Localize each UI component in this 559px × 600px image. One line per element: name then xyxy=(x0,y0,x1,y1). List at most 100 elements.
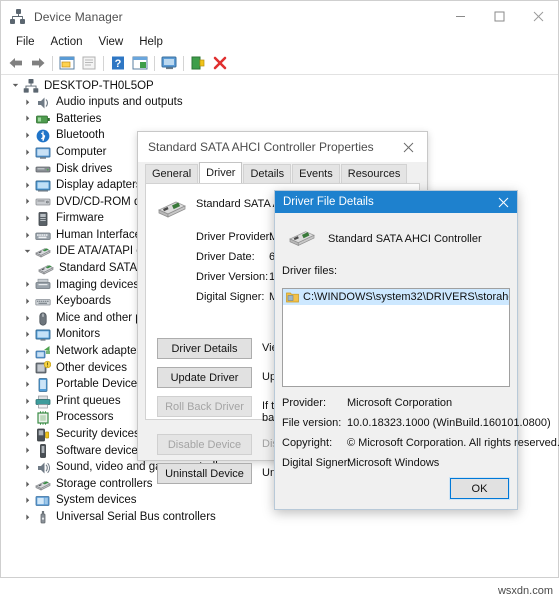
other-device-icon: ! xyxy=(35,360,52,376)
chevron-right-icon[interactable]: ⏵ xyxy=(20,480,35,489)
copyright-row: Copyright: © Microsoft Corporation. All … xyxy=(282,437,559,449)
svg-text:!: ! xyxy=(47,363,49,369)
disk-drive-icon xyxy=(35,161,51,177)
update-driver-icon[interactable] xyxy=(78,53,100,73)
svg-text:?: ? xyxy=(115,58,122,70)
sound-video-icon xyxy=(35,460,51,476)
chevron-right-icon[interactable]: ⏵ xyxy=(20,430,35,439)
tree-item-label: Audio inputs and outputs xyxy=(56,96,183,109)
menu-item-action[interactable]: Action xyxy=(43,34,91,50)
close-icon[interactable] xyxy=(489,191,517,213)
ok-button[interactable]: OK xyxy=(449,477,510,500)
tab-driver[interactable]: Driver xyxy=(199,162,243,183)
chevron-right-icon[interactable]: ⏵ xyxy=(20,115,35,123)
driver-file-details-body: Standard SATA AHCI Controller Driver fil… xyxy=(275,213,559,509)
tree-item-audio-inputs-and-outputs[interactable]: ⏵ Audio inputs and outputs xyxy=(2,95,557,112)
close-icon[interactable] xyxy=(389,132,427,162)
tree-root-row[interactable]: ⏷ DESKTOP-TH0L5OP xyxy=(2,78,557,95)
digital-signer-label: Digital Signer: xyxy=(282,457,351,469)
chevron-right-icon[interactable]: ⏵ xyxy=(20,198,35,206)
tree-item-label: Disk drives xyxy=(56,162,113,175)
toolbar-separator xyxy=(183,55,184,71)
uninstall-device-button[interactable]: Uninstall Device xyxy=(157,463,252,484)
chevron-right-icon[interactable]: ⏵ xyxy=(20,98,35,107)
chevron-right-icon[interactable]: ⏵ xyxy=(20,414,35,422)
forward-arrow-icon[interactable] xyxy=(27,53,49,73)
properties-icon[interactable] xyxy=(56,53,78,73)
chevron-right-icon[interactable]: ⏵ xyxy=(20,397,35,406)
minimize-button[interactable] xyxy=(441,1,480,32)
battery-icon xyxy=(35,111,51,127)
update-driver-button[interactable]: Update Driver xyxy=(157,367,252,388)
tree-item-label: Imaging devices xyxy=(56,278,140,291)
menu-item-file[interactable]: File xyxy=(8,34,43,50)
back-arrow-icon[interactable] xyxy=(5,53,27,73)
tree-item-label: Monitors xyxy=(56,328,101,341)
computer-root-icon xyxy=(23,78,39,94)
toolbar: ? xyxy=(1,52,558,75)
menu-item-view[interactable]: View xyxy=(91,34,132,50)
driver-files-listbox[interactable]: C:\WINDOWS\system32\DRIVERS\storahci.sys xyxy=(282,288,510,387)
chevron-right-icon[interactable]: ⏵ xyxy=(20,215,35,223)
list-item[interactable]: C:\WINDOWS\system32\DRIVERS\storahci.sys xyxy=(283,289,509,305)
uninstall-device-icon[interactable] xyxy=(187,53,209,73)
close-button[interactable] xyxy=(519,1,558,32)
sata-controller-icon xyxy=(288,227,316,251)
delete-icon[interactable] xyxy=(209,53,231,73)
menu-item-help[interactable]: Help xyxy=(131,34,171,50)
chevron-right-icon[interactable]: ⏵ xyxy=(20,331,35,339)
chevron-down-icon[interactable]: ⏷ xyxy=(20,248,35,256)
tab-events[interactable]: Events xyxy=(292,164,340,183)
chevron-right-icon[interactable]: ⏵ xyxy=(20,347,35,356)
scan-hardware-icon[interactable] xyxy=(158,53,180,73)
hid-icon xyxy=(35,228,51,244)
chevron-right-icon[interactable]: ⏵ xyxy=(20,447,35,455)
chevron-right-icon[interactable]: ⏵ xyxy=(20,364,35,372)
disable-device-button[interactable]: Disable Device xyxy=(157,434,252,455)
driver-file-details-title: Driver File Details xyxy=(283,196,374,208)
driver-details-button[interactable]: Driver Details xyxy=(157,338,252,359)
chevron-right-icon[interactable]: ⏵ xyxy=(20,181,35,190)
keyboard-icon xyxy=(35,294,51,310)
tree-item-label: Software devices xyxy=(56,444,144,457)
chevron-right-icon[interactable]: ⏵ xyxy=(20,132,35,140)
chevron-right-icon[interactable]: ⏵ xyxy=(20,380,35,389)
software-device-icon xyxy=(35,443,51,459)
maximize-button[interactable] xyxy=(480,1,519,32)
driver-file-path: C:\WINDOWS\system32\DRIVERS\storahci.sys xyxy=(303,291,509,303)
device-manager-icon xyxy=(10,8,26,25)
chevron-right-icon[interactable]: ⏵ xyxy=(20,231,35,240)
properties-dialog-titlebar: Standard SATA AHCI Controller Properties xyxy=(138,132,427,162)
provider-row: Provider: Microsoft Corporation xyxy=(282,397,510,409)
chevron-right-icon[interactable]: ⏵ xyxy=(20,298,35,306)
tab-general[interactable]: General xyxy=(145,164,199,183)
chevron-right-icon[interactable]: ⏵ xyxy=(20,463,35,472)
chevron-right-icon[interactable]: ⏵ xyxy=(20,281,35,289)
copyright-value: © Microsoft Corporation. All rights rese… xyxy=(347,437,559,449)
chevron-right-icon[interactable]: ⏵ xyxy=(20,165,35,173)
chevron-down-icon[interactable]: ⏷ xyxy=(8,82,23,90)
chevron-right-icon[interactable]: ⏵ xyxy=(20,497,35,505)
tree-item-batteries[interactable]: ⏵ Batteries xyxy=(2,111,557,128)
driver-version-label: Driver Version: xyxy=(196,271,269,283)
help-icon[interactable]: ? xyxy=(107,53,129,73)
digital-signer-label: Digital Signer: xyxy=(196,291,265,303)
tree-item-label: Print queues xyxy=(56,394,121,407)
tree-root-label: DESKTOP-TH0L5OP xyxy=(44,79,154,92)
roll-back-driver-button[interactable]: Roll Back Driver xyxy=(157,396,252,417)
computer-icon xyxy=(35,145,51,161)
display-adapter-icon xyxy=(35,178,51,194)
tree-item-universal-serial-bus-controllers[interactable]: ⏵ Universal Serial Bus controllers xyxy=(2,509,557,526)
provider-label: Provider: xyxy=(282,397,327,409)
driver-date-label: Driver Date: xyxy=(196,251,255,263)
security-device-icon xyxy=(35,427,51,443)
chevron-right-icon[interactable]: ⏵ xyxy=(20,513,35,522)
toolbar-separator xyxy=(103,55,104,71)
tab-resources[interactable]: Resources xyxy=(340,164,408,183)
chevron-right-icon[interactable]: ⏵ xyxy=(20,314,35,323)
tree-item-label: Security devices xyxy=(56,428,140,441)
show-hidden-devices-icon[interactable] xyxy=(129,53,151,73)
ide-controller-icon xyxy=(35,244,51,260)
chevron-right-icon[interactable]: ⏵ xyxy=(20,148,35,157)
tab-details[interactable]: Details xyxy=(243,164,292,183)
